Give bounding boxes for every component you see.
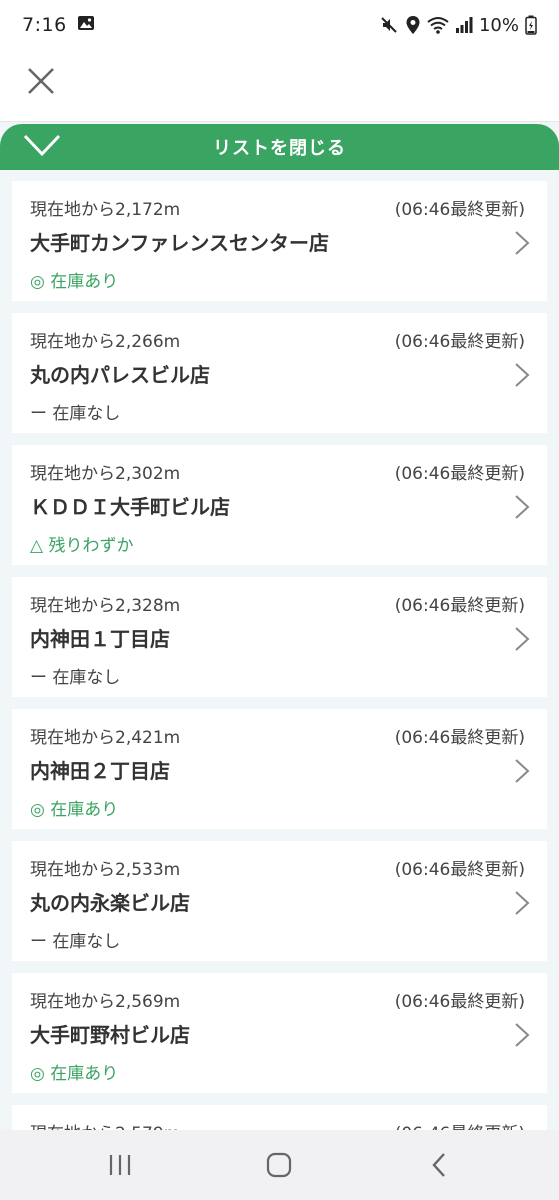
store-item[interactable]: 現在地から2,579m (06:46最終更新): [12, 1105, 547, 1130]
store-updated-time: (06:46最終更新): [394, 992, 525, 1012]
stock-status: △ 残りわずか: [30, 536, 134, 556]
recent-apps-icon: [109, 1155, 130, 1175]
store-distance: 現在地から2,266m: [30, 332, 181, 352]
store-list[interactable]: 現在地から2,172m (06:46最終更新) 大手町カンファレンスセンター店 …: [0, 170, 559, 1130]
stock-status: ◎ 在庫あり: [30, 800, 119, 820]
stock-status: ー 在庫なし: [30, 404, 121, 424]
store-distance: 現在地から2,533m: [30, 860, 181, 880]
wifi-icon: [427, 16, 449, 34]
store-updated-time: (06:46最終更新): [394, 464, 525, 484]
store-name: 丸の内永楽ビル店: [30, 891, 190, 915]
chevron-right-icon: [513, 229, 531, 261]
store-distance: 現在地から2,579m: [30, 1119, 180, 1130]
close-icon: [28, 68, 54, 94]
close-list-button[interactable]: リストを閉じる: [0, 124, 559, 170]
back-icon: [432, 1153, 446, 1177]
home-button[interactable]: [249, 1140, 309, 1190]
status-time: 7:16: [22, 14, 67, 36]
battery-text: 10%: [478, 14, 519, 36]
store-item[interactable]: 現在地から2,328m (06:46最終更新) 内神田１丁目店 ー 在庫なし: [12, 577, 547, 697]
home-icon: [267, 1152, 292, 1178]
store-item[interactable]: 現在地から2,569m (06:46最終更新) 大手町野村ビル店 ◎ 在庫あり: [12, 973, 547, 1093]
store-name: ＫＤＤＩ大手町ビル店: [30, 495, 230, 519]
store-updated-time: (06:46最終更新): [394, 596, 525, 616]
stock-status: ー 在庫なし: [30, 668, 121, 688]
chevron-right-icon: [513, 625, 531, 657]
store-name: 大手町カンファレンスセンター店: [30, 231, 329, 255]
location-icon: [405, 15, 421, 35]
store-distance: 現在地から2,569m: [30, 992, 181, 1012]
store-name: 内神田１丁目店: [30, 627, 170, 651]
signal-icon: [455, 16, 473, 34]
store-item[interactable]: 現在地から2,533m (06:46最終更新) 丸の内永楽ビル店 ー 在庫なし: [12, 841, 547, 961]
store-updated-time: (06:46最終更新): [394, 860, 525, 880]
close-list-label: リストを閉じる: [213, 138, 346, 159]
chevron-right-icon: [513, 361, 531, 393]
store-name: 大手町野村ビル店: [30, 1023, 190, 1047]
stock-status: ◎ 在庫あり: [30, 1064, 119, 1084]
store-item[interactable]: 現在地から2,266m (06:46最終更新) 丸の内パレスビル店 ー 在庫なし: [12, 313, 547, 433]
chevron-right-icon: [513, 1021, 531, 1053]
close-button[interactable]: [22, 62, 60, 100]
store-distance: 現在地から2,302m: [30, 464, 181, 484]
store-item[interactable]: 現在地から2,172m (06:46最終更新) 大手町カンファレンスセンター店 …: [12, 181, 547, 301]
store-updated-time: (06:46最終更新): [395, 1119, 525, 1130]
chevron-right-icon: [513, 757, 531, 789]
store-distance: 現在地から2,421m: [30, 728, 181, 748]
status-bar: 7:16 10%: [0, 0, 559, 50]
system-navigation-bar: [0, 1130, 559, 1200]
store-item[interactable]: 現在地から2,302m (06:46最終更新) ＫＤＤＩ大手町ビル店 △ 残りわ…: [12, 445, 547, 565]
recent-apps-button[interactable]: [90, 1140, 150, 1190]
store-distance: 現在地から2,328m: [30, 596, 181, 616]
store-name: 内神田２丁目店: [30, 759, 170, 783]
back-button[interactable]: [409, 1140, 469, 1190]
stock-status: ◎ 在庫あり: [30, 272, 119, 292]
chevron-right-icon: [513, 889, 531, 921]
store-updated-time: (06:46最終更新): [394, 332, 525, 352]
store-name: 丸の内パレスビル店: [30, 363, 210, 387]
store-distance: 現在地から2,172m: [30, 200, 181, 220]
battery-icon: [525, 15, 537, 35]
store-updated-time: (06:46最終更新): [394, 728, 525, 748]
gallery-notification-icon: [77, 14, 95, 36]
app-header: [0, 50, 559, 122]
chevron-right-icon: [513, 493, 531, 525]
store-item[interactable]: 現在地から2,421m (06:46最終更新) 内神田２丁目店 ◎ 在庫あり: [12, 709, 547, 829]
mute-icon: [379, 15, 399, 35]
chevron-down-icon: [22, 132, 62, 164]
stock-status: ー 在庫なし: [30, 932, 121, 952]
store-updated-time: (06:46最終更新): [394, 200, 525, 220]
